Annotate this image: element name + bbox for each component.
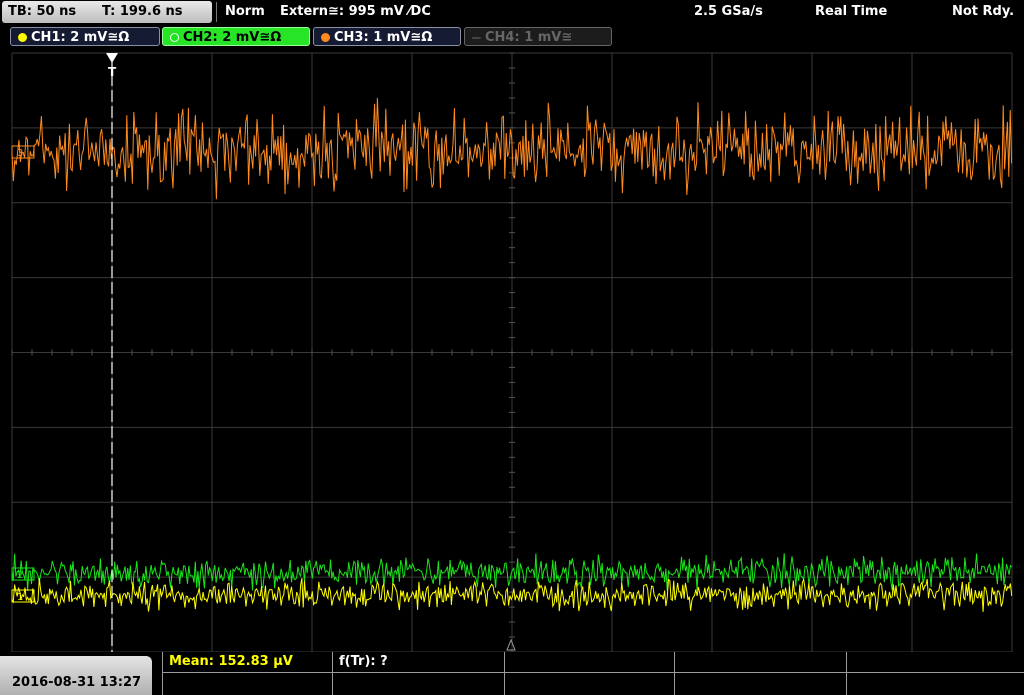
waveform-display[interactable]: T 3 2 1 — [0, 50, 1024, 653]
sample-rate[interactable]: 2.5 GSa/s — [694, 0, 763, 24]
measurement-cell-5[interactable] — [846, 652, 1024, 695]
measurement-cell-1[interactable]: Mean: 152.83 µV — [162, 652, 332, 695]
timebase-readout: TB: 50 ns — [8, 4, 77, 19]
channel-4-tab[interactable]: CH4: 1 mV≅ — [464, 27, 612, 46]
channel-4-off-icon — [472, 37, 481, 39]
waveform-canvas: T 3 2 1 — [11, 52, 1013, 653]
measurement-cell-3[interactable] — [504, 652, 674, 695]
trigger-time-readout: T: 199.6 ns — [102, 4, 183, 19]
acquisition-mode[interactable]: Real Time — [815, 0, 887, 24]
channel-2-marker-label: 2 — [17, 570, 23, 581]
trigger-position-label: T — [108, 65, 117, 79]
trigger-mode[interactable]: Norm — [225, 0, 265, 24]
channel-1-tab[interactable]: CH1: 2 mV≅Ω — [10, 27, 160, 46]
measurement-cell-2[interactable]: f(Tr): ? — [332, 652, 504, 695]
status-separator — [216, 2, 217, 22]
channel-1-marker-label: 1 — [17, 592, 23, 603]
channel-3-color-dot-icon — [321, 33, 330, 42]
timebase-box[interactable]: TB: 50 ns T: 199.6 ns — [2, 1, 212, 23]
channel-2-label: CH2: 2 mV≅Ω — [183, 30, 282, 45]
channel-2-tab[interactable]: CH2: 2 mV≅Ω — [162, 27, 310, 46]
channel-3-marker-label: 3 — [17, 148, 23, 159]
measurement-cell-4[interactable] — [674, 652, 846, 695]
bottom-bar: 2016-08-31 13:27 Mean: 152.83 µV f(Tr): … — [0, 652, 1024, 695]
datetime-readout: 2016-08-31 13:27 — [12, 675, 142, 690]
center-marker-icon — [506, 638, 516, 651]
measurement-rise-freq: f(Tr): ? — [339, 654, 388, 669]
trigger-source[interactable]: Extern≅: 995 mV ⁄DC — [280, 0, 431, 24]
channel-4-label: CH4: 1 mV≅ — [485, 30, 573, 45]
channel-1-color-dot-icon — [18, 33, 27, 42]
trigger-arrow-icon[interactable] — [106, 53, 118, 63]
run-status: Not Rdy. — [952, 4, 1015, 19]
measurement-mean: Mean: 152.83 µV — [169, 654, 293, 669]
datetime-box: 2016-08-31 13:27 — [0, 656, 152, 695]
channel-2-color-dot-icon — [170, 33, 179, 42]
channel-3-label: CH3: 1 mV≅Ω — [334, 30, 433, 45]
channel-1-label: CH1: 2 mV≅Ω — [31, 30, 130, 45]
status-bar: TB: 50 ns T: 199.6 ns Norm Extern≅: 995 … — [0, 0, 1024, 24]
channel-3-tab[interactable]: CH3: 1 mV≅Ω — [313, 27, 461, 46]
